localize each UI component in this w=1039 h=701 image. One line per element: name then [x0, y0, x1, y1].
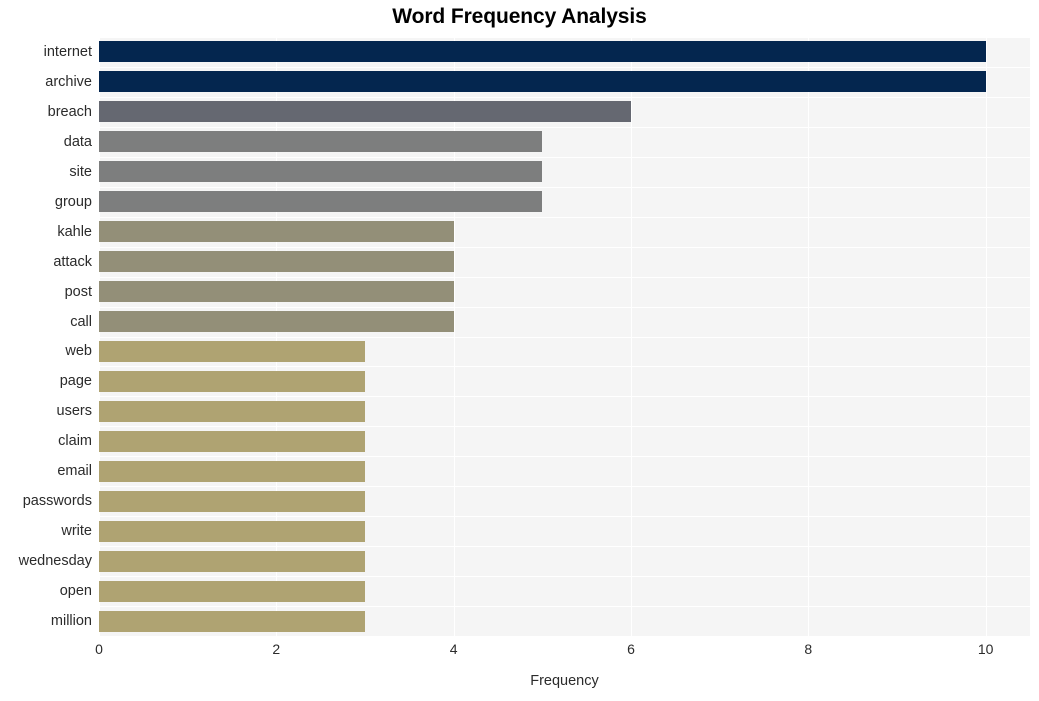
- bar: [99, 161, 543, 183]
- y-axis-tick-label: data: [63, 133, 92, 150]
- y-axis-tick-label: call: [70, 313, 92, 330]
- bar: [99, 430, 365, 452]
- y-axis-tick-label: claim: [58, 433, 92, 450]
- y-axis-tick-label: write: [61, 523, 92, 540]
- x-axis-tick-label: 2: [272, 641, 281, 657]
- bar: [99, 311, 454, 333]
- y-axis-labels: internet archive breach data site group kahle a…: [0, 37, 92, 636]
- x-axis-tick-label: 4: [449, 641, 458, 657]
- x-axis-title: Frequency: [530, 673, 599, 689]
- y-axis-tick-label: email: [57, 463, 92, 480]
- bar: [99, 71, 986, 93]
- y-axis-tick-label: internet: [43, 43, 92, 60]
- bar: [99, 400, 365, 422]
- bar: [99, 281, 454, 303]
- word-frequency-chart: Word Frequency Analysis internet archive b…: [0, 0, 1039, 701]
- bar: [99, 490, 365, 512]
- bar: [99, 41, 986, 63]
- y-axis-tick-label: passwords: [22, 493, 92, 510]
- bar: [99, 131, 543, 153]
- y-axis-tick-label: post: [64, 283, 92, 300]
- y-axis-tick-label: million: [50, 613, 92, 630]
- bar: [99, 340, 365, 362]
- x-axis-tick-label: 10: [977, 641, 994, 657]
- y-axis-tick-label: group: [54, 193, 92, 210]
- bar: [99, 191, 543, 213]
- bar: [99, 580, 365, 602]
- x-axis-labels: 0 2 4 6 8 10: [0, 641, 1039, 665]
- y-axis-tick-label: users: [56, 403, 92, 420]
- bar: [99, 370, 365, 392]
- x-axis-tick-label: 0: [95, 641, 103, 657]
- x-axis-tick-label: 8: [804, 641, 813, 657]
- y-axis-tick-label: site: [69, 163, 92, 180]
- bars-layer: [99, 37, 1030, 636]
- y-axis-tick-label: page: [59, 373, 92, 390]
- bar: [99, 101, 631, 123]
- y-axis-tick-label: archive: [45, 73, 92, 90]
- page-title: Word Frequency Analysis: [392, 5, 647, 28]
- bar: [99, 251, 454, 273]
- bar: [99, 610, 365, 632]
- x-axis-tick-label: 6: [627, 641, 635, 657]
- plot-area: [99, 37, 1030, 637]
- y-axis-tick-label: wednesday: [18, 553, 92, 570]
- bar: [99, 520, 365, 542]
- y-axis-tick-label: kahle: [57, 223, 92, 240]
- bar: [99, 460, 365, 482]
- y-axis-tick-label: breach: [47, 103, 92, 120]
- bar: [99, 550, 365, 572]
- bar: [99, 221, 454, 243]
- y-axis-tick-label: attack: [53, 253, 92, 270]
- y-axis-tick-label: open: [59, 583, 92, 600]
- y-axis-tick-label: web: [65, 343, 92, 360]
- gridline-horizontal: [99, 636, 1030, 637]
